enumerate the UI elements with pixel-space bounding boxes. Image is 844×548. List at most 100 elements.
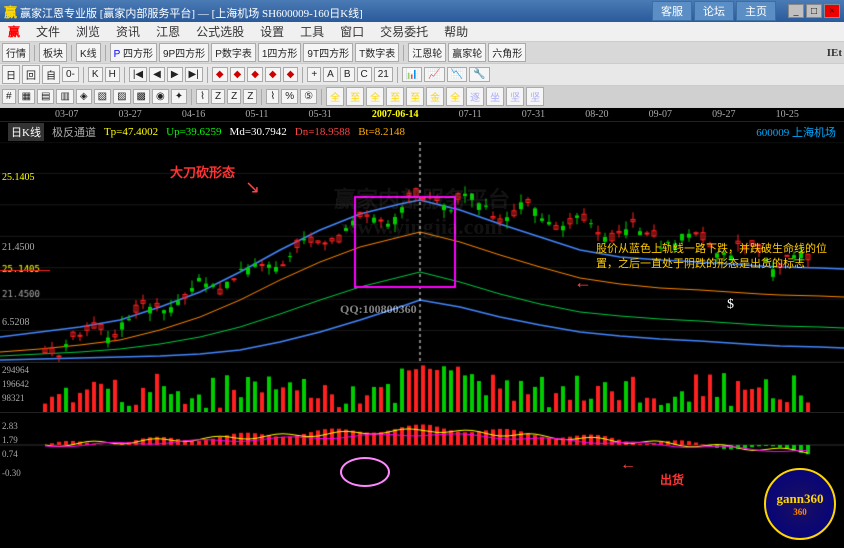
draw-btn-7[interactable]: ▨ [113,89,130,104]
draw-btn-1[interactable]: # [2,89,16,104]
menu-browse[interactable]: 浏览 [72,21,104,42]
btn-auto[interactable]: 自 [42,65,60,84]
sep6 [124,67,125,83]
draw-btn-15[interactable]: ⌇ [266,89,279,104]
vol-label-3: 98321 [2,393,25,403]
annotation-chuohuo: 出货 [660,471,684,488]
btn-diamond4[interactable]: ◆ [265,67,281,82]
draw-btn-8[interactable]: ▩ [133,89,150,104]
menu-jianen[interactable]: 江恩 [152,21,184,42]
draw-btn-10[interactable]: ✦ [171,89,187,104]
btn-diamond3[interactable]: ◆ [247,67,263,82]
menu-help[interactable]: 帮助 [440,21,472,42]
btn-diamond1[interactable]: ◆ [212,67,228,82]
draw-btn-18[interactable]: 全 [326,87,344,106]
btn-chart3[interactable]: 📉 [447,67,467,82]
menu-info[interactable]: 资讯 [112,21,144,42]
close-button[interactable]: × [824,4,840,18]
menu-tools[interactable]: 工具 [296,21,328,42]
btn-chart2[interactable]: 📈 [424,67,444,82]
draw-btn-28[interactable]: 坚 [526,87,544,106]
draw-btn-22[interactable]: 至 [406,87,424,106]
btn-last[interactable]: ▶| [185,67,203,82]
draw-btn-17[interactable]: ⑤ [300,89,317,104]
btn-h[interactable]: H [105,67,120,82]
btn-0minus[interactable]: 0- [62,67,79,82]
menu-trading[interactable]: 交易委托 [376,21,432,42]
btn-diamond2[interactable]: ◆ [230,67,246,82]
draw-btn-16[interactable]: % [281,89,298,104]
btn-21[interactable]: 21 [374,67,393,82]
iet-label: IEt [827,47,842,59]
date-axis: 03-07 03-27 04-16 05-11 05-31 2007-06-14… [0,108,844,122]
btn-c[interactable]: C [357,67,372,82]
menu-settings[interactable]: 设置 [256,21,288,42]
btn-chart1[interactable]: 📊 [402,67,422,82]
btn-b[interactable]: B [340,67,355,82]
draw-btn-23[interactable]: 金 [426,87,444,106]
minimize-button[interactable]: _ [788,4,804,18]
sep11 [261,89,262,105]
btn-plus[interactable]: + [307,67,321,82]
btn-9t4[interactable]: 9T四方形 [303,43,353,62]
btn-jianen-wheel[interactable]: 江恩轮 [408,43,446,62]
btn-first[interactable]: |◀ [129,67,147,82]
draw-btn-9[interactable]: ◉ [152,89,169,104]
annotation-daozhui: 大刀砍形态 [170,162,235,181]
btn-hexagon[interactable]: 六角形 [488,43,526,62]
qq-watermark: QQ:100800360 [340,302,417,317]
draw-btn-25[interactable]: 逐 [466,87,484,106]
menu-formula[interactable]: 公式选股 [192,21,248,42]
forum-button[interactable]: 论坛 [694,1,734,21]
customer-service-button[interactable]: 客服 [652,1,692,21]
menu-file[interactable]: 文件 [32,21,64,42]
btn-ying-wheel[interactable]: 赢家轮 [448,43,486,62]
draw-btn-6[interactable]: ▧ [94,89,111,104]
btn-k[interactable]: K [88,67,103,82]
arrow-description: ← [574,272,592,293]
btn-refresh[interactable]: 回 [22,65,40,84]
draw-btn-14[interactable]: Z [243,89,257,104]
draw-btn-21[interactable]: 至 [386,87,404,106]
maximize-button[interactable]: □ [806,4,822,18]
date-6: 2007-06-14 [372,109,419,120]
btn-a[interactable]: A [323,67,338,82]
dn-value: Dn=18.9588 [295,126,350,138]
btn-9p4[interactable]: 9P四方形 [159,43,209,62]
draw-btn-12[interactable]: Z [211,89,225,104]
btn-day[interactable]: 日 [2,65,20,84]
draw-btn-13[interactable]: Z [227,89,241,104]
draw-btn-26[interactable]: 坐 [486,87,504,106]
draw-btn-20[interactable]: 全 [366,87,384,106]
date-3: 04-16 [182,109,205,120]
btn-sector[interactable]: 板块 [39,43,67,62]
draw-btn-3[interactable]: ▤ [37,89,54,104]
btn-quotes[interactable]: 行情 [2,43,30,62]
btn-kline[interactable]: K线 [76,43,101,62]
btn-prev[interactable]: ◀ [149,67,165,82]
home-button[interactable]: 主页 [736,1,776,21]
btn-tnum[interactable]: T数字表 [355,43,399,62]
menu-ying[interactable]: 赢 [4,21,24,42]
draw-btn-2[interactable]: ▦ [18,89,35,104]
md-value: Md=30.7942 [230,126,287,138]
sep1 [34,45,35,61]
draw-btn-5[interactable]: ◈ [76,89,92,104]
draw-btn-11[interactable]: ⌇ [196,89,209,104]
btn-p4[interactable]: P 四方形 [110,43,157,62]
btn-1sq[interactable]: 1四方形 [258,43,302,62]
main-chart-area[interactable]: 25.1405 21.4500 6.5208 大刀砍形态 ↘ 股价从蓝色上轨线一… [0,142,844,362]
sep12 [321,89,322,105]
btn-pnum[interactable]: P数字表 [211,43,256,62]
draw-btn-24[interactable]: 全 [446,87,464,106]
stock-info-bar: 日K线 极反通道 Tp=47.4002 Up=39.6259 Md=30.794… [0,122,844,142]
btn-chart4[interactable]: 🔧 [469,67,489,82]
draw-btn-19[interactable]: 至 [346,87,364,106]
draw-btn-4[interactable]: ▥ [56,89,73,104]
btn-next[interactable]: ▶ [167,67,183,82]
gann-text: gann360 [777,491,824,507]
draw-btn-27[interactable]: 坚 [506,87,524,106]
menu-window[interactable]: 窗口 [336,21,368,42]
sep4 [403,45,404,61]
btn-diamond5[interactable]: ◆ [283,67,299,82]
